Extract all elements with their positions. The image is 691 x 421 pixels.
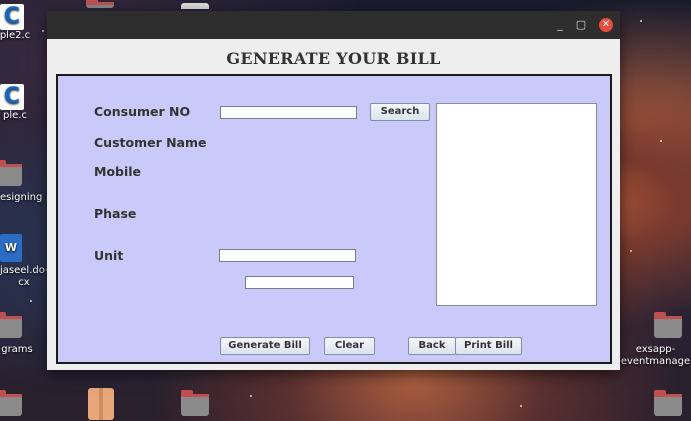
c-file-icon: C	[0, 84, 24, 110]
mobile-label: Mobile	[94, 164, 142, 179]
star	[640, 20, 642, 22]
consumer-no-label: Consumer NO	[94, 104, 191, 119]
folder-icon[interactable]	[86, 0, 114, 8]
bill-preview-textarea[interactable]	[436, 103, 597, 306]
star	[520, 405, 522, 407]
bill-form-panel: Consumer NO Search Customer Name Mobile …	[56, 74, 612, 364]
desktop-icon-jaseel-docx[interactable]: W jaseel.do- cx	[0, 234, 49, 289]
folder-icon[interactable]	[654, 390, 682, 416]
close-icon[interactable]: ✕	[599, 18, 613, 32]
folder-icon[interactable]	[0, 390, 22, 416]
folder-icon	[0, 160, 22, 186]
file-icon[interactable]	[181, 3, 209, 9]
star	[630, 250, 632, 252]
desktop-icon-exsapp-eventmanage[interactable]: exsapp- eventmanage	[620, 312, 691, 368]
folder-icon	[654, 312, 682, 338]
desktop-icon-label: ple2.c	[0, 30, 31, 41]
folder-icon	[0, 312, 22, 338]
star	[660, 140, 662, 142]
folder-icon[interactable]	[181, 390, 209, 416]
star	[250, 395, 252, 397]
star	[42, 30, 44, 32]
print-bill-button[interactable]: Print Bill	[455, 337, 522, 355]
desktop-icon-designing[interactable]: esigning	[0, 160, 43, 204]
minimize-icon[interactable]: _	[553, 18, 567, 32]
customer-name-label: Customer Name	[94, 135, 207, 150]
c-file-icon: C	[0, 4, 24, 30]
word-document-icon: W	[0, 234, 22, 262]
consumer-no-input[interactable]	[220, 106, 357, 119]
generate-bill-button[interactable]: Generate Bill	[220, 337, 310, 355]
unit-input[interactable]	[219, 249, 356, 262]
desktop-icon-label: grams	[1, 344, 33, 355]
desktop-icon-label: exsapp- eventmanage	[620, 344, 691, 367]
page-title: GENERATE YOUR BILL	[226, 49, 441, 68]
search-button[interactable]: Search	[370, 103, 430, 121]
package-icon[interactable]	[88, 388, 114, 420]
extra-input[interactable]	[245, 276, 354, 289]
maximize-icon[interactable]: ▢	[574, 18, 588, 32]
unit-label: Unit	[94, 248, 124, 263]
desktop-icon-label: jaseel.do- cx	[0, 265, 49, 288]
window-titlebar[interactable]: _ ▢ ✕	[47, 11, 620, 39]
back-button[interactable]: Back	[408, 337, 456, 355]
desktop-icon-programs[interactable]: grams	[0, 312, 34, 356]
star	[30, 300, 32, 302]
clear-button[interactable]: Clear	[324, 337, 375, 355]
phase-label: Phase	[94, 206, 137, 221]
desktop-icon-label: esigning	[0, 192, 43, 203]
desktop-icon-ple-c[interactable]: C ple.c	[0, 84, 34, 122]
desktop-icon-ple2-c[interactable]: C ple2.c	[0, 4, 34, 42]
bill-window: _ ▢ ✕ GENERATE YOUR BILL Consumer NO Sea…	[47, 11, 620, 370]
desktop-icon-label: ple.c	[3, 110, 27, 121]
